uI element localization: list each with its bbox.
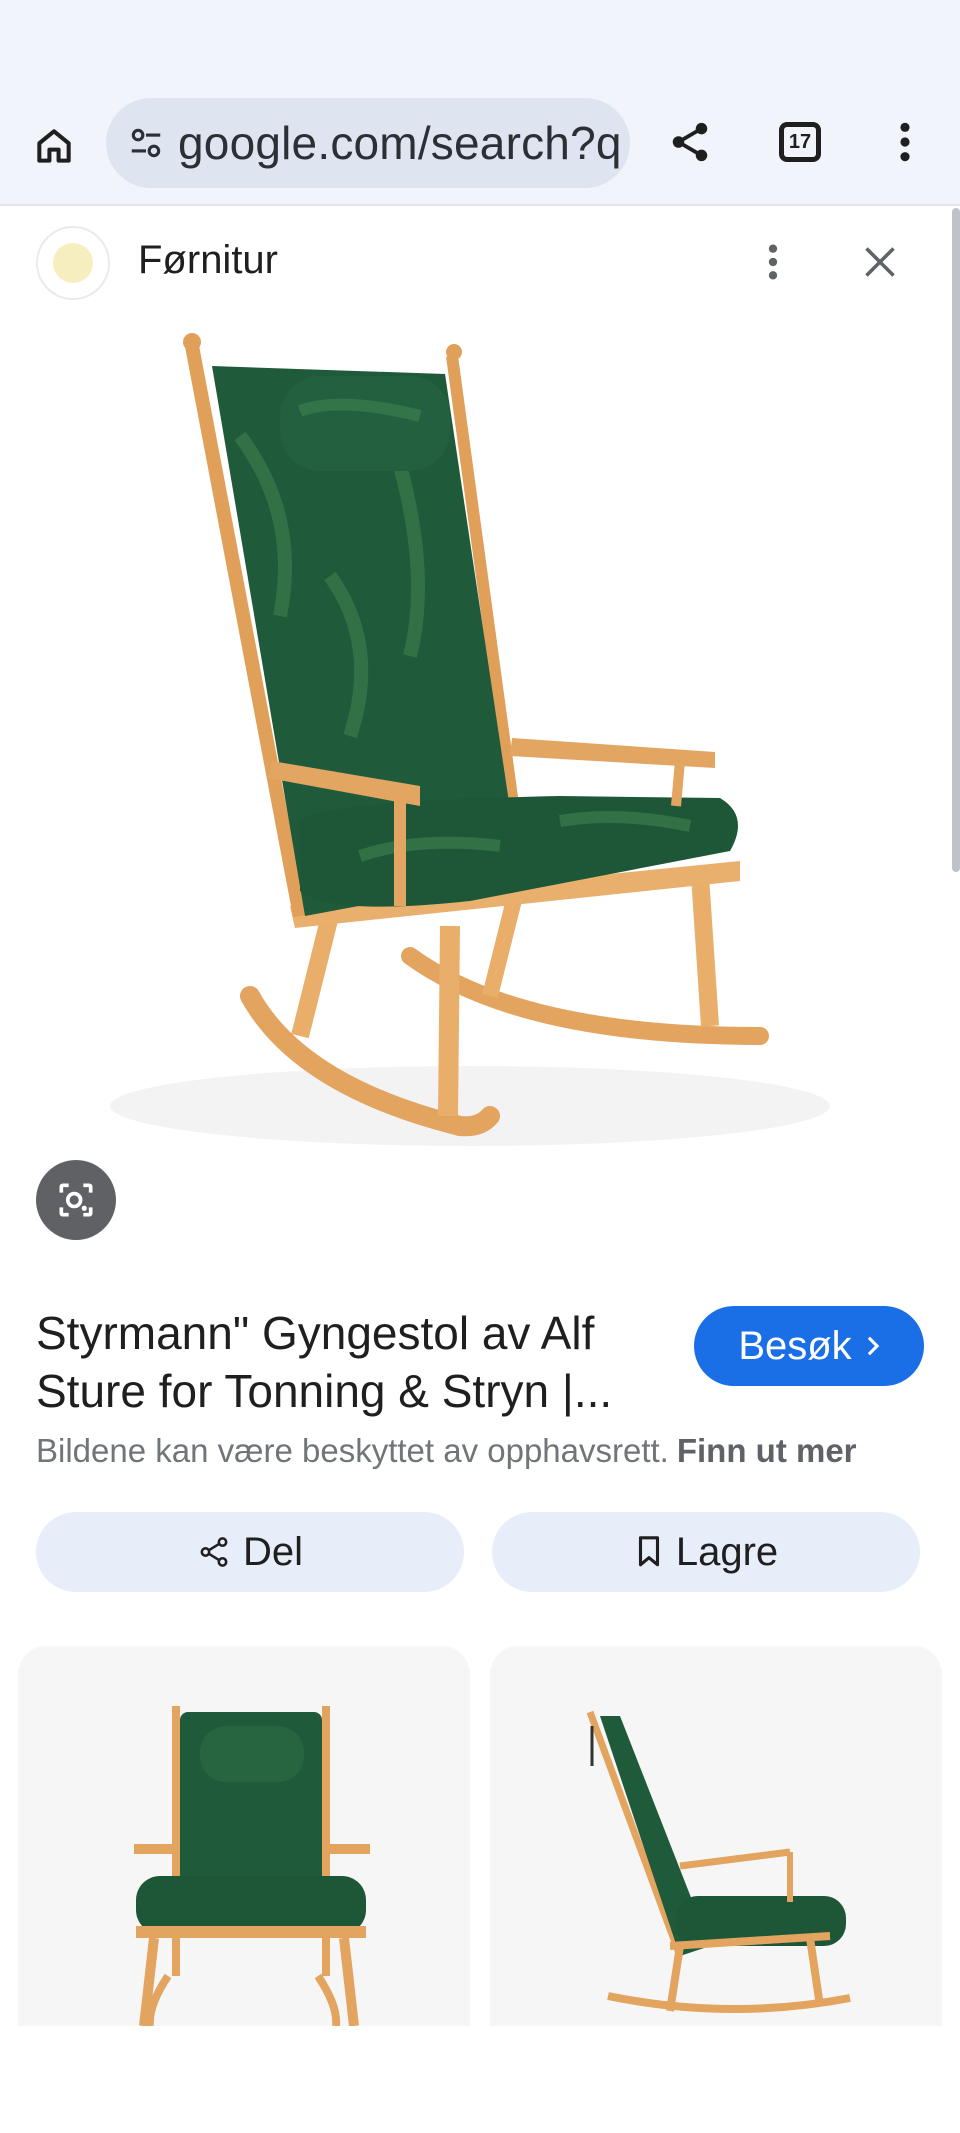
related-image-side-view[interactable] [490,1646,942,2026]
copyright-notice: Bildene kan være beskyttet av opphavsret… [36,1432,857,1470]
chevron-right-icon [866,1335,880,1357]
address-bar[interactable]: google.com/search?q [106,98,630,188]
save-label: Lagre [675,1529,779,1574]
browser-menu-button[interactable] [880,114,930,170]
tab-switcher-button[interactable]: 17 [772,114,828,170]
more-vert-icon [900,122,910,162]
share-label: Del [242,1529,304,1574]
share-icon [197,1535,231,1569]
save-button[interactable]: Lagre [492,1512,920,1592]
panel-more-button[interactable] [748,234,798,290]
learn-more-link[interactable]: Finn ut mer [677,1432,857,1469]
share-icon [672,122,708,162]
share-page-button[interactable] [662,114,718,170]
lens-button[interactable] [36,1160,116,1240]
close-button[interactable] [852,234,908,290]
bottom-spacer [0,2026,960,2133]
more-vert-icon [768,244,778,280]
visit-label: Besøk [738,1323,852,1368]
browser-toolbar: google.com/search?q 17 [0,96,960,206]
related-image-front-view[interactable] [18,1646,470,2026]
share-button[interactable]: Del [36,1512,464,1592]
lens-icon [59,1183,93,1217]
bookmark-icon [634,1535,664,1569]
home-icon [37,129,71,163]
visit-button[interactable]: Besøk [694,1306,924,1386]
status-bar [0,0,960,96]
site-name[interactable]: Førnitur [138,238,278,283]
site-favicon [36,226,110,300]
home-button[interactable] [26,118,82,174]
url-text: google.com/search?q [178,117,622,169]
scrollbar[interactable] [952,208,960,872]
image-panel-header: Førnitur [0,208,950,316]
tab-switcher-icon: 17 [779,122,821,162]
close-icon [865,247,895,277]
copyright-text: Bildene kan være beskyttet av opphavsret… [36,1432,669,1469]
tune-icon[interactable] [124,121,168,165]
main-product-image[interactable] [0,316,950,1246]
result-title[interactable]: Styrmann" Gyngestol av Alf Sture for Ton… [36,1304,676,1420]
